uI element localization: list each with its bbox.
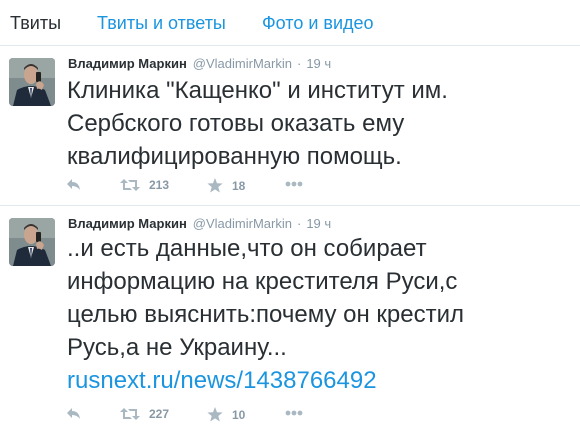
separator: ·: [296, 216, 302, 231]
star-icon: [207, 407, 223, 422]
favorite-button[interactable]: 10: [207, 407, 245, 422]
avatar-photo-icon: [9, 58, 55, 106]
separator: ·: [296, 56, 302, 71]
more-button[interactable]: [285, 181, 303, 187]
star-icon: [207, 178, 223, 193]
tab-tweets[interactable]: Твиты: [10, 12, 61, 34]
tweet[interactable]: Владимир Маркин @VladimirMarkin · 19 ч Клин…: [0, 46, 580, 206]
author-handle[interactable]: @VladimirMarkin: [193, 216, 292, 231]
more-icon: [285, 410, 303, 416]
tweet-header: Владимир Маркин @VladimirMarkin · 19 ч: [68, 216, 331, 232]
avatar[interactable]: [9, 218, 55, 266]
author-handle[interactable]: @VladimirMarkin: [193, 56, 292, 71]
avatar-photo-icon: [9, 218, 55, 266]
retweet-button[interactable]: 227: [120, 407, 169, 421]
author-name[interactable]: Владимир Маркин: [68, 56, 187, 71]
tweet-link[interactable]: rusnext.ru/news/1438766492: [67, 367, 377, 394]
favorite-count: 10: [232, 407, 246, 422]
favorite-button[interactable]: 18: [207, 178, 245, 193]
tweet-text: Клиника "Кащенко" и институт им. Сербско…: [67, 77, 448, 170]
favorite-count: 18: [232, 178, 246, 193]
tweet-text: ..и есть данные,что он собирает информац…: [67, 232, 464, 397]
retweet-button[interactable]: 213: [120, 178, 169, 192]
tweet-header: Владимир Маркин @VladimirMarkin · 19 ч: [68, 56, 331, 72]
retweet-count: 227: [149, 407, 170, 421]
author-name[interactable]: Владимир Маркин: [68, 216, 187, 231]
reply-icon: [67, 179, 80, 190]
retweet-icon: [120, 179, 140, 191]
more-button[interactable]: [285, 410, 303, 416]
avatar[interactable]: [9, 58, 55, 106]
reply-button[interactable]: [66, 178, 82, 192]
more-icon: [285, 181, 303, 187]
reply-icon: [67, 408, 80, 419]
timestamp[interactable]: 19 ч: [306, 216, 331, 231]
tab-tweets-and-replies[interactable]: Твиты и ответы: [97, 12, 226, 34]
retweet-count: 213: [149, 178, 170, 192]
reply-button[interactable]: [66, 407, 82, 421]
tweet[interactable]: Владимир Маркин @VladimirMarkin · 19 ч ..и …: [0, 206, 580, 422]
tweet-actions: 227 10: [66, 407, 386, 427]
timestamp[interactable]: 19 ч: [306, 56, 331, 71]
retweet-icon: [120, 408, 140, 420]
tweet-actions: 213 18: [66, 178, 386, 198]
profile-tabs: Твиты Твиты и ответы Фото и видео: [0, 0, 580, 46]
tab-photos-and-videos[interactable]: Фото и видео: [262, 12, 374, 34]
tweet-body: ..и есть данные,что он собирает информац…: [67, 235, 464, 361]
